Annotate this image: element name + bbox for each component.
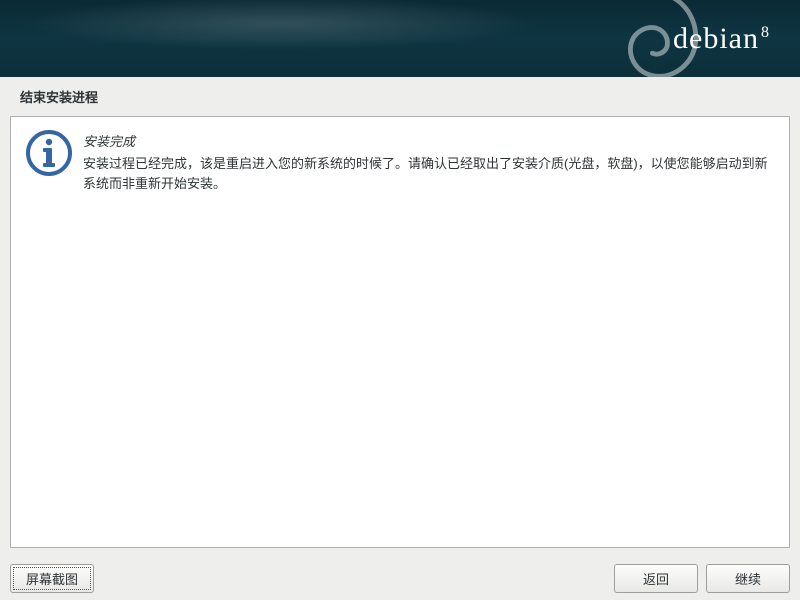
message-text: 安装完成 安装过程已经完成，该是重启进入您的新系统的时候了。请确认已经取出了安装… xyxy=(83,129,775,193)
screenshot-button[interactable]: 屏幕截图 xyxy=(10,564,94,593)
footer-bar: 屏幕截图 返回 继续 xyxy=(0,556,800,600)
content-panel: 安装完成 安装过程已经完成，该是重启进入您的新系统的时候了。请确认已经取出了安装… xyxy=(10,116,790,548)
info-icon xyxy=(25,129,73,177)
message-body: 安装过程已经完成，该是重启进入您的新系统的时候了。请确认已经取出了安装介质(光盘… xyxy=(83,154,775,193)
message-heading: 安装完成 xyxy=(83,131,775,150)
page-title: 结束安装进程 xyxy=(0,77,800,116)
continue-button[interactable]: 继续 xyxy=(706,564,790,593)
message-row: 安装完成 安装过程已经完成，该是重启进入您的新系统的时候了。请确认已经取出了安装… xyxy=(25,129,775,193)
back-button[interactable]: 返回 xyxy=(614,564,698,593)
brand-version: 8 xyxy=(761,24,770,41)
debian-logo-text: debian8 xyxy=(673,22,770,56)
header-banner: debian8 xyxy=(0,0,800,77)
brand-name: debian xyxy=(673,22,759,55)
